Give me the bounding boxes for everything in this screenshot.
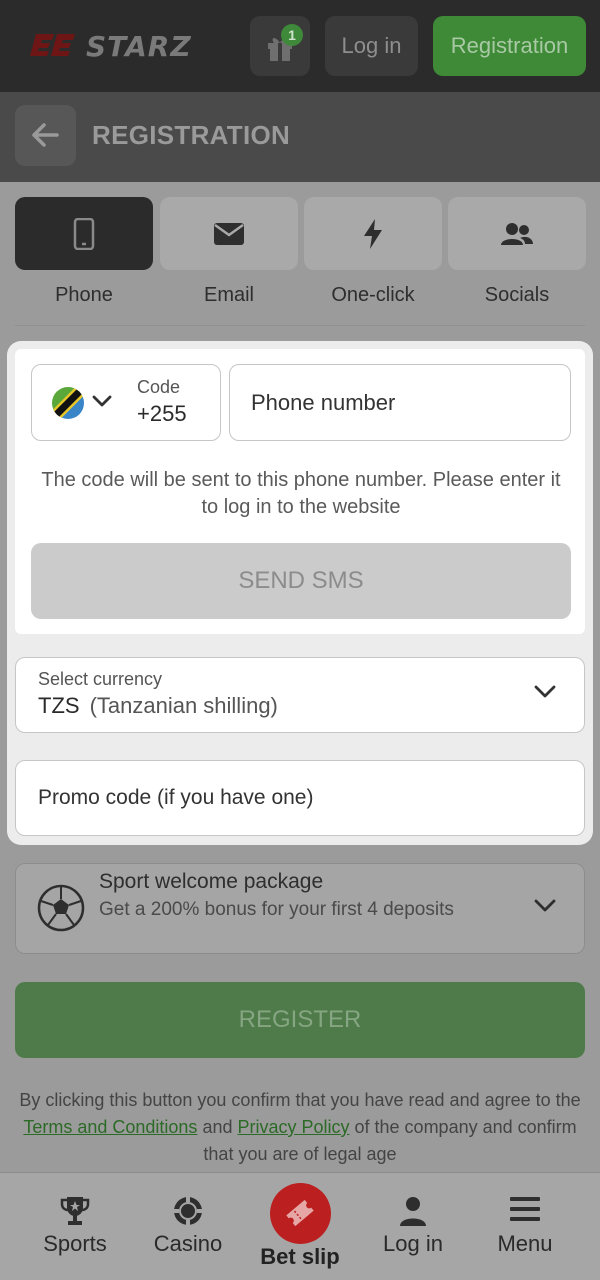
trophy-icon bbox=[60, 1197, 90, 1225]
header-registration-button[interactable]: Registration bbox=[433, 16, 586, 76]
code-value: +255 bbox=[137, 401, 187, 426]
currency-code: TZS bbox=[38, 693, 80, 718]
nav-menu[interactable]: Menu bbox=[465, 1173, 585, 1280]
ticket-icon bbox=[286, 1199, 314, 1227]
tab-label-one-click: One-click bbox=[331, 284, 415, 306]
terms-text: By clicking this button you confirm that… bbox=[15, 1087, 585, 1168]
nav-login-label: Log in bbox=[383, 1231, 443, 1256]
nav-sports-label: Sports bbox=[43, 1231, 107, 1256]
nav-casino-label: Casino bbox=[153, 1231, 223, 1256]
terms-text-part: By clicking this button you confirm that… bbox=[19, 1090, 581, 1110]
currency-value: TZS (Tanzanian shilling) bbox=[38, 693, 278, 719]
register-button[interactable]: REGISTER bbox=[15, 982, 585, 1058]
chevron-down-icon bbox=[92, 395, 112, 407]
page-title: REGISTRATION bbox=[92, 120, 291, 150]
tab-socials[interactable] bbox=[448, 197, 586, 270]
soccer-ball-icon bbox=[37, 884, 85, 932]
tab-label-phone: Phone bbox=[55, 284, 113, 306]
users-icon bbox=[501, 222, 533, 245]
nav-casino[interactable]: Casino bbox=[128, 1173, 248, 1280]
nav-login[interactable]: Log in bbox=[353, 1173, 473, 1280]
back-button[interactable] bbox=[15, 105, 76, 166]
terms-link[interactable]: Terms and Conditions bbox=[23, 1117, 197, 1137]
terms-text-part: and bbox=[197, 1117, 238, 1137]
header-login-button[interactable]: Log in bbox=[325, 16, 418, 76]
tab-label-email: Email bbox=[203, 284, 254, 306]
privacy-policy-link[interactable]: Privacy Policy bbox=[237, 1117, 349, 1137]
phone-number-input[interactable] bbox=[229, 364, 571, 441]
bet-slip-button[interactable] bbox=[270, 1183, 331, 1244]
divider bbox=[15, 325, 585, 326]
chevron-down-icon bbox=[534, 899, 556, 912]
tab-one-click[interactable] bbox=[304, 197, 442, 270]
gift-button[interactable] bbox=[250, 16, 310, 76]
tanzania-flag-icon bbox=[52, 387, 84, 419]
nav-menu-label: Menu bbox=[497, 1231, 553, 1256]
bet-slip-label: Bet slip bbox=[260, 1244, 340, 1269]
currency-name: (Tanzanian shilling) bbox=[89, 693, 278, 718]
envelope-icon bbox=[214, 222, 244, 245]
send-sms-button[interactable]: SEND SMS bbox=[31, 543, 571, 619]
nav-sports[interactable]: Sports bbox=[15, 1173, 135, 1280]
gift-count-badge: 1 bbox=[281, 24, 303, 46]
brand-logo[interactable]: STARZ bbox=[30, 28, 195, 64]
tab-email[interactable] bbox=[160, 197, 298, 270]
user-icon bbox=[400, 1197, 426, 1226]
code-label: Code bbox=[137, 377, 181, 397]
arrow-left-icon bbox=[32, 123, 59, 147]
title-bar: REGISTRATION bbox=[0, 92, 600, 182]
bonus-subtitle: Get a 200% bonus for your first 4 deposi… bbox=[99, 899, 454, 920]
currency-label: Select currency bbox=[38, 669, 163, 689]
bonus-title: Sport welcome package bbox=[99, 870, 324, 893]
phone-icon bbox=[73, 217, 95, 250]
logo-mark-icon bbox=[30, 34, 75, 56]
sms-hint-text: The code will be sent to this phone numb… bbox=[41, 469, 561, 518]
tab-label-socials: Socials bbox=[484, 284, 550, 306]
tab-phone[interactable] bbox=[15, 197, 153, 270]
chevron-down-icon bbox=[534, 685, 556, 698]
menu-icon bbox=[510, 1197, 540, 1221]
top-header: STARZ 1 Log in Registration bbox=[0, 0, 600, 92]
promo-code-input[interactable] bbox=[15, 760, 585, 836]
lightning-icon bbox=[364, 218, 382, 249]
brand-name: STARZ bbox=[86, 30, 192, 63]
casino-chip-icon bbox=[174, 1197, 202, 1225]
